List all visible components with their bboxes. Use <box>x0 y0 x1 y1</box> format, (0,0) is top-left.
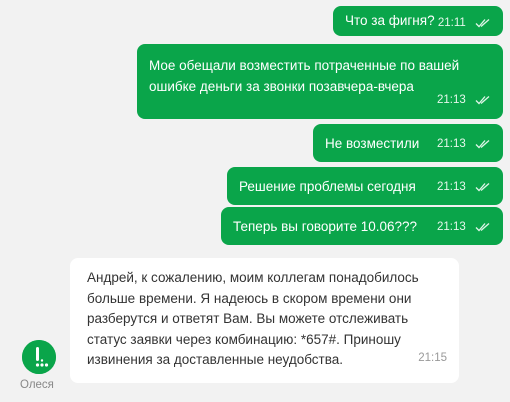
outgoing-message[interactable]: Теперь вы говорите 10.06??? 21:13 <box>221 207 503 245</box>
message-time: 21:13 <box>437 138 466 150</box>
message-time: 21:11 <box>437 17 466 29</box>
double-check-icon <box>475 95 490 105</box>
message-time: 21:13 <box>437 94 466 106</box>
message-time: 21:13 <box>437 181 466 193</box>
message-text: Теперь вы говорите 10.06??? <box>233 219 418 234</box>
outgoing-message[interactable]: Решение проблемы сегодня 21:13 <box>227 167 503 205</box>
chat-thread: Что за фигня? 21:11 Мое обещали возмести… <box>0 0 510 402</box>
message-text: Мое обещали возместить потраченные по ва… <box>149 58 460 94</box>
double-check-icon <box>475 18 490 28</box>
double-check-icon <box>475 182 490 192</box>
incoming-message[interactable]: Андрей, к сожалению, моим коллегам понад… <box>70 258 459 383</box>
double-check-icon <box>475 139 490 149</box>
outgoing-message[interactable]: Мое обещали возместить потраченные по ва… <box>137 44 503 119</box>
message-text: Решение проблемы сегодня <box>239 179 416 194</box>
outgoing-message[interactable]: Что за фигня? 21:11 <box>333 6 503 36</box>
message-meta: 21:13 <box>437 177 491 198</box>
avatar[interactable] <box>22 340 56 374</box>
message-text: Не возместили <box>325 136 420 151</box>
message-meta: 21:13 <box>437 134 491 155</box>
double-check-icon <box>475 222 490 232</box>
message-meta: 21:13 <box>437 90 491 111</box>
message-text: Что за фигня? <box>345 13 435 28</box>
message-meta: 21:11 <box>438 13 491 34</box>
sender-name: Олеся <box>20 379 54 391</box>
operator-logo-icon <box>22 340 56 374</box>
outgoing-message[interactable]: Не возместили 21:13 <box>313 124 503 162</box>
message-text: Андрей, к сожалению, моим коллегам понад… <box>87 270 419 367</box>
message-meta: 21:13 <box>437 217 491 238</box>
message-time: 21:15 <box>418 351 447 364</box>
message-time: 21:13 <box>437 221 466 233</box>
